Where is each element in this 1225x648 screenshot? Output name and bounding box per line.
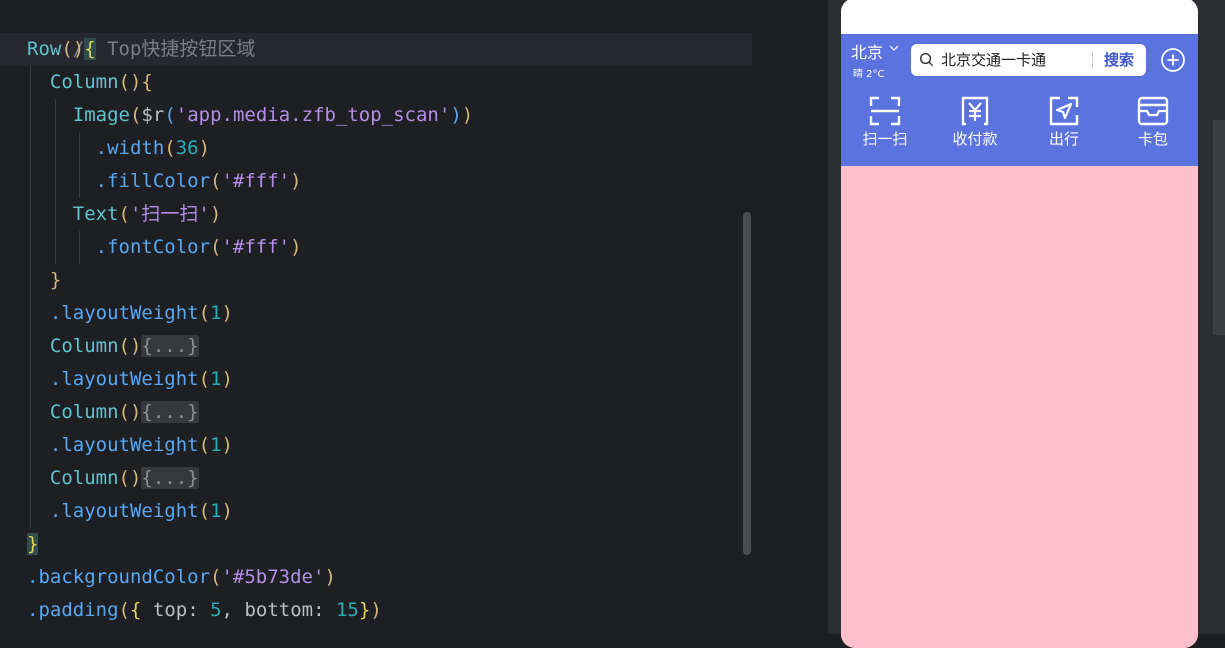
quick-action-travel[interactable]: 出行 xyxy=(1029,94,1099,154)
code-number: 1 xyxy=(210,368,222,390)
content-area xyxy=(841,166,1198,648)
code-token: .backgroundColor xyxy=(27,566,211,588)
preview-scrollbar[interactable] xyxy=(1213,120,1225,335)
quick-action-label: 出行 xyxy=(1048,130,1079,148)
code-token: .fontColor xyxy=(95,236,211,258)
code-string: '扫一扫' xyxy=(129,203,210,225)
code-line[interactable]: .width(36) xyxy=(27,132,210,165)
code-token: Text xyxy=(72,203,119,225)
code-token: .layoutWeight xyxy=(49,434,199,456)
folded-code-block[interactable]: {...} xyxy=(141,335,199,357)
code-string: '#fff' xyxy=(221,236,291,258)
code-token: Row xyxy=(27,38,62,60)
code-editor[interactable]: // Top快捷按钮区域 Row(){ Column(){ Image($r('… xyxy=(0,0,755,634)
code-number: 5 xyxy=(210,599,222,621)
panel-divider[interactable] xyxy=(752,0,829,634)
quick-action-payment[interactable]: 收付款 xyxy=(940,94,1010,154)
code-comment: // Top快捷按钮区域 xyxy=(72,38,256,60)
quick-action-card-wallet[interactable]: 卡包 xyxy=(1118,94,1188,154)
code-line[interactable]: Text('扫一扫') xyxy=(27,198,222,231)
code-line[interactable]: } xyxy=(27,528,39,561)
code-string: '#5b73de' xyxy=(221,566,325,588)
code-token: .layoutWeight xyxy=(49,302,199,324)
travel-icon xyxy=(1049,96,1079,126)
card-wallet-icon xyxy=(1137,96,1169,126)
code-number: 1 xyxy=(210,500,222,522)
code-token: Column xyxy=(49,335,119,357)
code-token: .layoutWeight xyxy=(49,500,199,522)
chevron-down-icon[interactable] xyxy=(889,44,899,55)
search-box[interactable]: 北京交通一卡通 搜索 xyxy=(911,44,1146,76)
code-number: 1 xyxy=(210,302,222,324)
code-token: Image xyxy=(72,104,130,126)
search-input[interactable]: 北京交通一卡通 xyxy=(941,51,1046,69)
folded-code-block[interactable]: {...} xyxy=(141,467,199,489)
code-number: 1 xyxy=(210,434,222,456)
payment-icon xyxy=(961,96,989,126)
quick-action-scan[interactable]: 扫一扫 xyxy=(850,94,920,154)
code-token: Column xyxy=(49,401,119,423)
quick-action-label: 收付款 xyxy=(952,130,998,148)
code-line[interactable]: Row(){ xyxy=(27,33,96,66)
code-token: $r xyxy=(141,104,165,126)
folded-code-block[interactable]: {...} xyxy=(141,401,199,423)
code-line[interactable]: Column(){ xyxy=(27,66,153,99)
code-line[interactable]: .padding({ top: 5, bottom: 15}) xyxy=(27,594,382,627)
code-token: .width xyxy=(95,137,165,159)
scan-icon xyxy=(869,96,901,126)
code-line[interactable]: .backgroundColor('#5b73de') xyxy=(27,561,336,594)
search-button[interactable]: 搜索 xyxy=(1104,51,1134,69)
code-line[interactable]: .fillColor('#fff') xyxy=(27,165,302,198)
top-bar: 北京 晴 2°C 北京交通一卡通 搜索 扫一扫 收付款 出行 卡包 xyxy=(841,34,1198,166)
code-line[interactable]: Image($r('app.media.zfb_top_scan')) xyxy=(27,99,473,132)
code-line[interactable]: .fontColor('#fff') xyxy=(27,231,302,264)
code-string: '#fff' xyxy=(221,170,291,192)
code-token: .layoutWeight xyxy=(49,368,199,390)
code-line[interactable]: .layoutWeight(1) xyxy=(27,429,233,462)
code-token: Column xyxy=(49,467,119,489)
quick-action-label: 卡包 xyxy=(1137,130,1168,148)
city-selector[interactable]: 北京 xyxy=(851,43,883,63)
code-line[interactable]: Column(){...} xyxy=(27,396,199,429)
search-icon xyxy=(919,52,934,67)
code-line[interactable]: .layoutWeight(1) xyxy=(27,495,233,528)
phone-preview: 北京 晴 2°C 北京交通一卡通 搜索 扫一扫 收付款 出行 卡包 xyxy=(841,0,1198,648)
code-token: .fillColor xyxy=(95,170,211,192)
code-line[interactable]: Column(){...} xyxy=(27,330,199,363)
search-divider xyxy=(1092,52,1093,68)
code-string: 'app.media.zfb_top_scan' xyxy=(175,104,451,126)
add-circle-icon[interactable] xyxy=(1160,47,1186,73)
code-token: top xyxy=(152,599,188,621)
code-line[interactable]: // Top快捷按钮区域 xyxy=(27,0,256,60)
quick-action-label: 扫一扫 xyxy=(862,130,908,148)
code-line[interactable]: .layoutWeight(1) xyxy=(27,363,233,396)
code-token: Column xyxy=(49,71,119,93)
code-line[interactable]: .layoutWeight(1) xyxy=(27,297,233,330)
weather-text: 晴 2°C xyxy=(853,69,885,80)
code-line[interactable]: Column(){...} xyxy=(27,462,199,495)
code-token: bottom xyxy=(244,599,314,621)
code-line[interactable]: } xyxy=(27,264,61,297)
code-number: 15 xyxy=(335,599,359,621)
editor-scrollbar[interactable] xyxy=(743,212,751,555)
status-bar xyxy=(841,0,1198,34)
code-token: .padding xyxy=(27,599,119,621)
code-number: 36 xyxy=(175,137,199,159)
